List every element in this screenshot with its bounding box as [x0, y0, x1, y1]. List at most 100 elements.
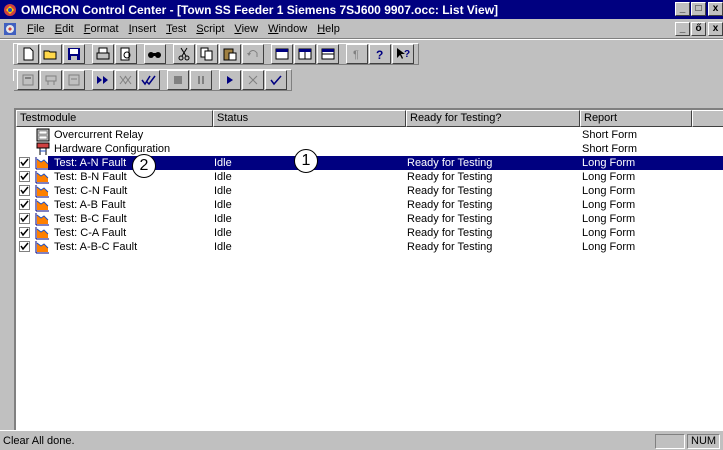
relay-icon	[36, 128, 52, 142]
left-frame	[0, 81, 14, 430]
row-status: Idle	[214, 213, 232, 225]
list-item-selected[interactable]: Test: A-N Fault Idle Ready for Testing L…	[16, 156, 723, 170]
row-checkbox[interactable]	[19, 227, 30, 238]
list-view[interactable]: Testmodule Status Ready for Testing? Rep…	[14, 108, 723, 430]
num-lock-indicator: NUM	[687, 434, 720, 449]
status-message: Clear All done.	[3, 435, 75, 447]
mdi-minimize-button[interactable]: _	[675, 22, 690, 36]
find-icon[interactable]	[144, 44, 166, 64]
row-report: Long Form	[582, 241, 636, 253]
row-report: Long Form	[582, 185, 636, 197]
minimize-button[interactable]: _	[675, 2, 690, 16]
row-report: Long Form	[582, 199, 636, 211]
row-report: Long Form	[582, 213, 636, 225]
row-ready: Ready for Testing	[407, 241, 493, 253]
column-report[interactable]: Report	[580, 110, 692, 127]
stop-icon[interactable]	[167, 70, 189, 90]
row-checkbox[interactable]	[19, 199, 30, 210]
window-title: OMICRON Control Center - [Town SS Feeder…	[21, 2, 499, 17]
view-list-icon[interactable]	[271, 44, 293, 64]
list-item[interactable]: Test: B-C Fault Idle Ready for Testing L…	[16, 212, 723, 226]
clear-icon[interactable]	[242, 70, 264, 90]
close-button[interactable]: x	[708, 2, 723, 16]
pause-icon[interactable]	[190, 70, 212, 90]
callout-2: 2	[132, 154, 156, 178]
row-checkbox[interactable]	[19, 241, 30, 252]
maximize-button[interactable]: □	[691, 2, 706, 16]
open-icon[interactable]	[40, 44, 62, 64]
row-name: Test: C-N Fault	[54, 185, 128, 197]
list-item[interactable]: Test: A-B-C Fault Idle Ready for Testing…	[16, 240, 723, 254]
status-bar: Clear All done. NUM	[0, 430, 723, 450]
hardware-icon[interactable]	[40, 70, 62, 90]
paragraph-icon[interactable]: ¶	[346, 44, 368, 64]
list-item[interactable]: Overcurrent Relay Short Form	[16, 128, 723, 142]
list-item[interactable]: Test: A-B Fault Idle Ready for Testing L…	[16, 198, 723, 212]
mdi-restore-button[interactable]: ő	[691, 22, 706, 36]
view-detail-icon[interactable]	[317, 44, 339, 64]
row-checkbox[interactable]	[19, 171, 30, 182]
row-checkbox[interactable]	[19, 213, 30, 224]
menu-edit[interactable]: Edit	[50, 23, 79, 35]
menu-file[interactable]: File	[22, 23, 50, 35]
row-ready: Ready for Testing	[407, 185, 493, 197]
list-item[interactable]: Test: C-N Fault Idle Ready for Testing L…	[16, 184, 723, 198]
cut-icon[interactable]	[173, 44, 195, 64]
list-item[interactable]: Test: B-N Fault Idle Ready for Testing L…	[16, 170, 723, 184]
document-icon[interactable]	[3, 22, 17, 36]
start-all-icon[interactable]	[92, 70, 114, 90]
row-name: Test: A-B-C Fault	[54, 241, 138, 253]
menu-test[interactable]: Test	[161, 23, 191, 35]
menu-bar: File Edit Format Insert Test Script View…	[0, 19, 723, 39]
test-toolbar	[13, 69, 292, 91]
view-split-icon[interactable]	[294, 44, 316, 64]
menu-format[interactable]: Format	[79, 23, 124, 35]
column-ready[interactable]: Ready for Testing?	[406, 110, 580, 127]
run-icon[interactable]	[219, 70, 241, 90]
status-pane-blank	[655, 434, 685, 449]
check-icon[interactable]	[265, 70, 287, 90]
menu-window[interactable]: Window	[263, 23, 312, 35]
row-ready: Ready for Testing	[407, 199, 493, 211]
svg-text:¶: ¶	[353, 49, 359, 61]
menu-insert[interactable]: Insert	[124, 23, 162, 35]
test-module-icon	[34, 198, 50, 212]
row-checkbox[interactable]	[19, 185, 30, 196]
test-module-icon	[34, 226, 50, 240]
standard-toolbar-row: ¶ ? ?	[0, 40, 723, 66]
row-name: Test: B-C Fault	[54, 213, 127, 225]
row-status: Idle	[214, 171, 232, 183]
new-icon[interactable]	[17, 44, 39, 64]
list-item[interactable]: Test: C-A Fault Idle Ready for Testing L…	[16, 226, 723, 240]
column-status[interactable]: Status	[213, 110, 406, 127]
test-module-icon	[34, 240, 50, 254]
menu-help[interactable]: Help	[312, 23, 345, 35]
omicron-app-icon[interactable]	[3, 3, 17, 17]
print-icon[interactable]	[92, 44, 114, 64]
menu-script[interactable]: Script	[191, 23, 229, 35]
check-all-icon[interactable]	[138, 70, 160, 90]
column-testmodule[interactable]: Testmodule	[16, 110, 213, 127]
print-preview-icon[interactable]	[115, 44, 137, 64]
module-icon[interactable]	[17, 70, 39, 90]
row-checkbox[interactable]	[19, 157, 30, 168]
row-ready: Ready for Testing	[407, 227, 493, 239]
list-item[interactable]: Hardware Configuration Short Form	[16, 142, 723, 156]
paste-icon[interactable]	[219, 44, 241, 64]
help-icon[interactable]: ?	[369, 44, 391, 64]
menu-view[interactable]: View	[229, 23, 263, 35]
mdi-close-button[interactable]: x	[708, 22, 723, 36]
clear-all-icon[interactable]	[115, 70, 137, 90]
relay-icon[interactable]	[63, 70, 85, 90]
row-status: Idle	[214, 227, 232, 239]
test-toolbar-row	[0, 66, 723, 108]
test-module-icon	[34, 184, 50, 198]
context-help-icon[interactable]: ?	[392, 44, 414, 64]
save-icon[interactable]	[63, 44, 85, 64]
undo-icon[interactable]	[242, 44, 264, 64]
row-status: Idle	[214, 241, 232, 253]
column-extra[interactable]	[692, 110, 723, 127]
copy-icon[interactable]	[196, 44, 218, 64]
row-status: Idle	[214, 199, 232, 211]
row-report: Long Form	[582, 157, 636, 169]
